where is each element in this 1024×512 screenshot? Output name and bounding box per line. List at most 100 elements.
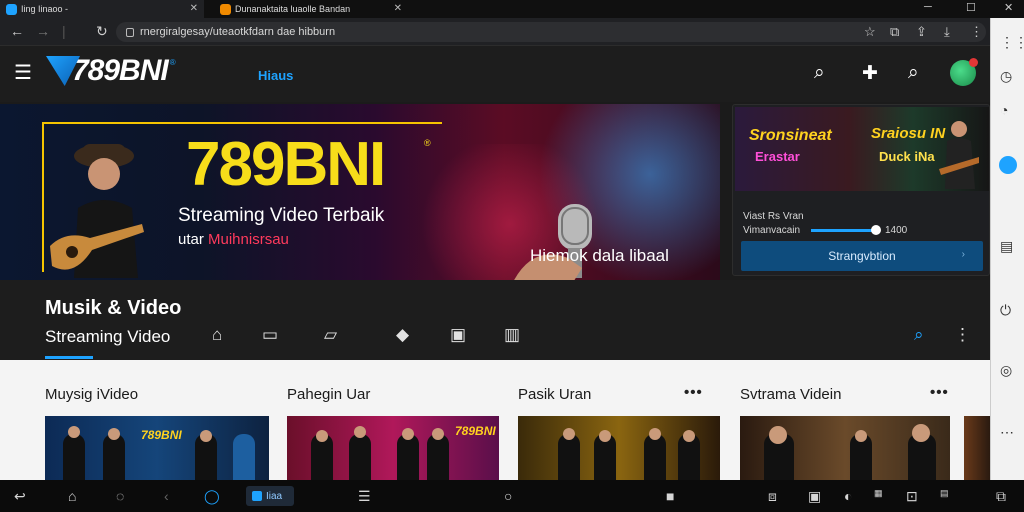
search-icon[interactable]: ⌕: [814, 62, 825, 84]
download-icon[interactable]: ⤓: [944, 24, 950, 40]
label-icon[interactable]: ▦: [874, 488, 883, 499]
history-icon[interactable]: ◷: [1000, 68, 1012, 85]
more-vertical-icon[interactable]: ⋮: [954, 325, 971, 345]
performer-figure: [349, 434, 371, 480]
video-thumbnail-5-partial[interactable]: [964, 416, 990, 480]
menu-lines-icon[interactable]: ☰: [358, 488, 371, 505]
search-icon-2[interactable]: ⌕: [908, 62, 919, 84]
notification-center-icon[interactable]: ⧉: [996, 488, 1006, 505]
close-tab-icon[interactable]: ✕: [190, 3, 198, 14]
lock-icon: [126, 27, 134, 37]
performer-head: [769, 426, 787, 444]
close-tab-icon[interactable]: ✕: [394, 3, 402, 14]
section-header: Musik & Video Streaming Video ⌂ ▭ ▱ ◆ ▣ …: [0, 280, 990, 360]
hero-title: 789BNI: [186, 130, 386, 199]
reload-icon[interactable]: ↻: [96, 23, 108, 40]
back-nav-icon[interactable]: ↩: [14, 488, 26, 505]
promo-time: 1400: [885, 225, 908, 236]
promo-image-text-1: Sronsineat: [749, 127, 832, 144]
nav-link[interactable]: Hiaus: [258, 68, 293, 83]
maximize-icon[interactable]: ☐: [966, 1, 976, 14]
bookmark-icon[interactable]: ◆: [396, 325, 409, 345]
assistant-icon[interactable]: [999, 156, 1017, 174]
card-menu-dots-icon[interactable]: •••: [930, 384, 949, 401]
minimize-icon[interactable]: ─: [924, 1, 932, 13]
home-icon[interactable]: ⌂: [212, 325, 222, 345]
divider-icon: |: [62, 23, 66, 39]
microphone-image: [514, 204, 592, 280]
cube-icon[interactable]: ⧈: [768, 488, 777, 505]
tab-favicon-icon: [220, 3, 231, 15]
performance-icon[interactable]: ◎: [1000, 362, 1012, 379]
hamburger-menu-icon[interactable]: ☰: [14, 60, 32, 85]
user-avatar[interactable]: [950, 58, 978, 86]
card-menu-dots-icon[interactable]: •••: [684, 384, 703, 401]
power-icon[interactable]: ⏻: [1000, 302, 1011, 319]
tv-icon[interactable]: ▭: [262, 325, 278, 345]
home-circle-icon[interactable]: ○: [504, 488, 512, 504]
share-icon[interactable]: ⇪: [916, 24, 927, 40]
section-tab-streaming[interactable]: Streaming Video: [45, 327, 170, 347]
video-thumbnail-2[interactable]: 789BNI: [287, 416, 499, 480]
performer-head: [108, 428, 120, 440]
video-thumbnail-1[interactable]: 789BNI: [45, 416, 269, 480]
star-icon[interactable]: ☆: [864, 24, 876, 40]
close-window-icon[interactable]: ✕: [1004, 1, 1013, 14]
screen-icon[interactable]: ▣: [808, 488, 821, 505]
performer-head: [683, 430, 695, 442]
video-card-title-2[interactable]: Pahegin Uar: [287, 386, 370, 403]
thumbnail-brand-text: 789BNI: [455, 424, 496, 438]
video-card-title-1[interactable]: Muysig iVideo: [45, 386, 138, 403]
logo-text: 789BNI: [72, 54, 169, 87]
grid-icon[interactable]: ⋮⋮: [1000, 34, 1024, 51]
library-icon[interactable]: ▣: [450, 325, 466, 345]
video-card-title-3[interactable]: Pasik Uran: [518, 386, 591, 403]
collection-icon[interactable]: ▥: [504, 325, 520, 345]
performer-figure: [103, 434, 125, 480]
video-thumbnail-4[interactable]: [740, 416, 950, 480]
cortana-icon[interactable]: ◯: [204, 488, 220, 505]
performer-head: [599, 430, 611, 442]
tab-title: Dunanaktaita luaolle Bandan: [235, 4, 351, 14]
site-header: ☰ 789BNI ® Hiaus ⌕ ✚ ⌕: [0, 46, 990, 102]
logo-registered-mark: ®: [169, 58, 176, 67]
arrow-left-icon[interactable]: ‹: [164, 488, 169, 504]
reading-list-icon[interactable]: ▤: [1000, 238, 1013, 255]
taskbar-active-app[interactable]: Iiaa: [246, 486, 294, 506]
url-text: rnergiralgesay/uteaotkfdarn dae hibburn: [140, 26, 336, 38]
hero-banner[interactable]: 789BNI ® Streaming Video Terbaik utar Mu…: [0, 104, 720, 280]
browser-tab-2[interactable]: Dunanaktaita luaolle Bandan ✕: [214, 0, 408, 18]
performer-head: [912, 424, 930, 442]
overview-square-icon[interactable]: ■: [666, 488, 674, 504]
browser-tab-1[interactable]: Iing Iinaoo - ✕: [0, 0, 204, 18]
forward-arrow-icon[interactable]: →: [36, 23, 50, 39]
site-logo[interactable]: 789BNI ®: [46, 54, 176, 88]
promo-progress-track[interactable]: [811, 229, 873, 232]
extension-icon[interactable]: ⧉: [890, 24, 899, 40]
back-arrow-icon[interactable]: ←: [10, 23, 24, 39]
promo-card[interactable]: Sronsineat Erastar Sraiosu IN Duck iNa V…: [732, 104, 990, 276]
shopping-icon[interactable]: ◔: [1000, 102, 1008, 118]
promo-image-text-2: Erastar: [755, 149, 800, 164]
recent-apps-icon[interactable]: ◌: [116, 488, 124, 504]
settings-sliders-icon[interactable]: ✚: [862, 62, 878, 85]
performer-head: [563, 428, 575, 440]
url-field[interactable]: rnergiralgesay/uteaotkfdarn dae hibburn: [116, 22, 986, 42]
menu-dots-icon[interactable]: ⋮: [970, 24, 983, 40]
performer-figure: [397, 434, 419, 480]
hero-subtitle-2: utar Muihnisrsau: [178, 231, 289, 248]
playlist-icon[interactable]: ▱: [324, 325, 337, 345]
video-thumbnail-3[interactable]: [518, 416, 720, 480]
cast-icon[interactable]: ⊡: [906, 488, 918, 505]
video-card-title-4[interactable]: Svtrama Videin: [740, 386, 841, 403]
home-nav-icon[interactable]: ⌂: [68, 488, 76, 504]
performer-head: [68, 426, 80, 438]
network-icon[interactable]: ◐: [844, 488, 852, 504]
search-icon-3[interactable]: ⌕: [914, 325, 924, 345]
promo-progress-knob[interactable]: [871, 225, 881, 235]
promo-stream-button[interactable]: Strangvbtion ›: [741, 241, 983, 271]
system-taskbar: ↩ ⌂ ◌ ‹ ◯ Iiaa ☰ ○ ■ ⧈ ▣ ◐ ▦ ⊡ ▤ ⧉: [0, 480, 1024, 512]
more-tools-icon[interactable]: ⋯: [1000, 424, 1014, 441]
taskbar-active-label: Iiaa: [266, 490, 283, 502]
tab-title: Iing Iinaoo -: [21, 4, 69, 14]
